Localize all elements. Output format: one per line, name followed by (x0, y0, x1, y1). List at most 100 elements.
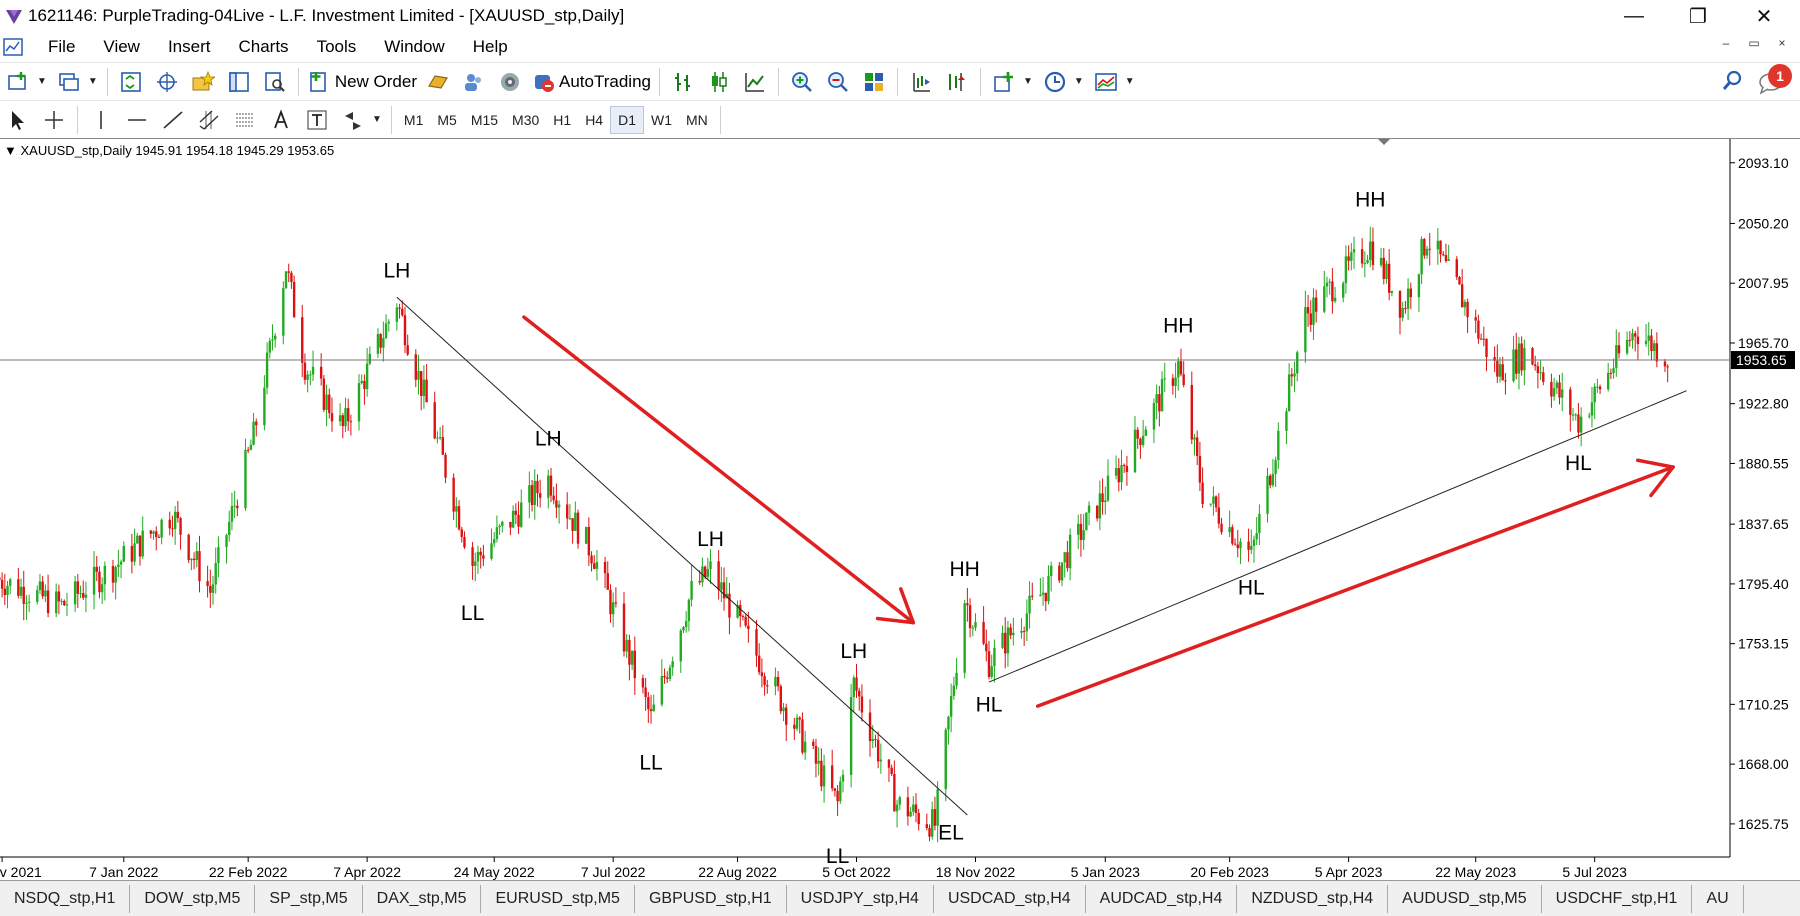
chart-window-icon[interactable] (2, 36, 24, 58)
timeframe-m5[interactable]: M5 (430, 106, 463, 134)
tab-usdchf[interactable]: USDCHF_stp,H1 (1542, 884, 1693, 913)
chevron-down-icon[interactable]: ▼ (1125, 76, 1135, 87)
candle-body (325, 394, 328, 410)
candle-body (341, 415, 344, 427)
chart-menu-triangle-icon[interactable]: ▼ (4, 143, 17, 158)
crosshair-tool-button[interactable] (39, 105, 69, 135)
chart-shift-button[interactable] (906, 67, 936, 97)
tab-overflow[interactable]: AU (1692, 884, 1744, 913)
fibonacci-tool-button[interactable] (230, 105, 260, 135)
tab-audusd[interactable]: AUDUSD_stp,M5 (1388, 884, 1542, 913)
candle-body (652, 704, 655, 712)
new-order-button[interactable]: New Order (307, 67, 417, 97)
arrows-tool-button[interactable] (338, 105, 368, 135)
candle-body (1612, 368, 1615, 374)
tab-gbpusd[interactable]: GBPUSD_stp,H1 (635, 884, 787, 913)
chevron-down-icon[interactable]: ▼ (88, 76, 98, 87)
strategy-tester-button[interactable] (260, 67, 290, 97)
tab-nzdusd[interactable]: NZDUSD_stp,H4 (1237, 884, 1389, 913)
timeframe-h1[interactable]: H1 (546, 106, 578, 134)
tab-dax[interactable]: DAX_stp,M5 (363, 884, 482, 913)
periods-button[interactable] (1040, 67, 1070, 97)
tab-audcad[interactable]: AUDCAD_stp,H4 (1086, 884, 1238, 913)
text-tool-button[interactable] (266, 105, 296, 135)
chevron-down-icon[interactable]: ▼ (372, 114, 382, 125)
new-chart-icon (8, 71, 26, 90)
tab-nsdq[interactable]: NSDQ_stp,H1 (0, 884, 131, 913)
mdi-close-button[interactable]: × (1772, 36, 1792, 50)
candlestick-chart-button[interactable] (704, 67, 734, 97)
notifications-button[interactable]: 1 (1758, 64, 1792, 96)
close-button[interactable]: ✕ (1732, 0, 1796, 32)
timeframe-mn[interactable]: MN (679, 106, 715, 134)
terminal-button[interactable] (224, 67, 254, 97)
menu-charts[interactable]: Charts (224, 37, 302, 57)
candle-body (776, 677, 780, 687)
candle-body (463, 536, 466, 548)
menu-window[interactable]: Window (370, 37, 458, 57)
mdi-restore-button[interactable]: ▭ (1744, 36, 1764, 50)
menu-file[interactable]: File (34, 37, 89, 57)
vertical-line-tool-button[interactable] (86, 105, 116, 135)
candle-body (511, 510, 515, 528)
symbol-tabs: NSDQ_stp,H1 DOW_stp,M5 SP_stp,M5 DAX_stp… (0, 880, 1800, 916)
candle-body (1593, 386, 1596, 403)
chevron-down-icon[interactable]: ▼ (1074, 76, 1084, 87)
tile-windows-button[interactable] (859, 67, 889, 97)
menu-insert[interactable]: Insert (154, 37, 225, 57)
menu-tools[interactable]: Tools (303, 37, 371, 57)
candle-body (944, 729, 947, 790)
metaeditor-button[interactable] (423, 67, 453, 97)
minimize-button[interactable]: — (1602, 0, 1666, 32)
search-icon[interactable] (1720, 69, 1744, 93)
chevron-down-icon[interactable]: ▼ (37, 76, 47, 87)
candle-body (706, 569, 710, 577)
new-chart-button[interactable] (3, 67, 33, 97)
users-icon (465, 73, 481, 91)
bar-chart-button[interactable] (668, 67, 698, 97)
timeframe-w1[interactable]: W1 (644, 106, 679, 134)
menu-view[interactable]: View (89, 37, 154, 57)
signals-button[interactable] (495, 67, 525, 97)
autoscroll-button[interactable] (942, 67, 972, 97)
tab-dow[interactable]: DOW_stp,M5 (130, 884, 256, 913)
chart-window[interactable]: 2093.10 2050.20 2007.95 1965.70 1922.80 1880.… (0, 138, 1800, 880)
market-watch-button[interactable] (116, 67, 146, 97)
indicators-button[interactable] (989, 67, 1019, 97)
timeframe-m1[interactable]: M1 (397, 106, 430, 134)
candle-body (1049, 565, 1053, 577)
templates-button[interactable] (1091, 67, 1121, 97)
tab-eurusd[interactable]: EURUSD_stp,M5 (481, 884, 635, 913)
candle-body (41, 581, 44, 597)
date-tick-label: 23 Nov 2021 (0, 864, 42, 880)
cursor-tool-button[interactable] (3, 105, 33, 135)
price-chart[interactable]: 2093.10 2050.20 2007.95 1965.70 1922.80 1880.… (0, 139, 1800, 881)
chevron-down-icon[interactable]: ▼ (1023, 76, 1033, 87)
menu-help[interactable]: Help (459, 37, 522, 57)
trendline-tool-button[interactable] (158, 105, 188, 135)
mdi-minimize-button[interactable]: – (1716, 36, 1736, 50)
timeframe-h4[interactable]: H4 (578, 106, 610, 134)
text-label-tool-button[interactable] (302, 105, 332, 135)
maximize-button[interactable]: ❐ (1666, 0, 1730, 32)
zoom-out-button[interactable] (823, 67, 853, 97)
data-window-button[interactable] (152, 67, 182, 97)
profiles-button[interactable] (54, 67, 84, 97)
zoom-in-button[interactable] (787, 67, 817, 97)
autotrading-button[interactable]: AutoTrading (531, 67, 651, 97)
toolbar-separator (719, 105, 721, 134)
candle-body (552, 495, 555, 501)
tab-sp[interactable]: SP_stp,M5 (255, 884, 363, 913)
community-button[interactable] (459, 67, 489, 97)
timeframe-m15[interactable]: M15 (464, 106, 505, 134)
line-chart-button[interactable] (740, 67, 770, 97)
horizontal-line-tool-button[interactable] (122, 105, 152, 135)
candle-body (171, 528, 174, 530)
channel-tool-button[interactable] (194, 105, 224, 135)
navigator-button[interactable] (188, 67, 218, 97)
candle-body (1271, 473, 1275, 486)
timeframe-d1[interactable]: D1 (610, 105, 644, 134)
timeframe-m30[interactable]: M30 (505, 106, 546, 134)
tab-usdjpy[interactable]: USDJPY_stp,H4 (787, 884, 934, 913)
tab-usdcad[interactable]: USDCAD_stp,H4 (934, 884, 1086, 913)
